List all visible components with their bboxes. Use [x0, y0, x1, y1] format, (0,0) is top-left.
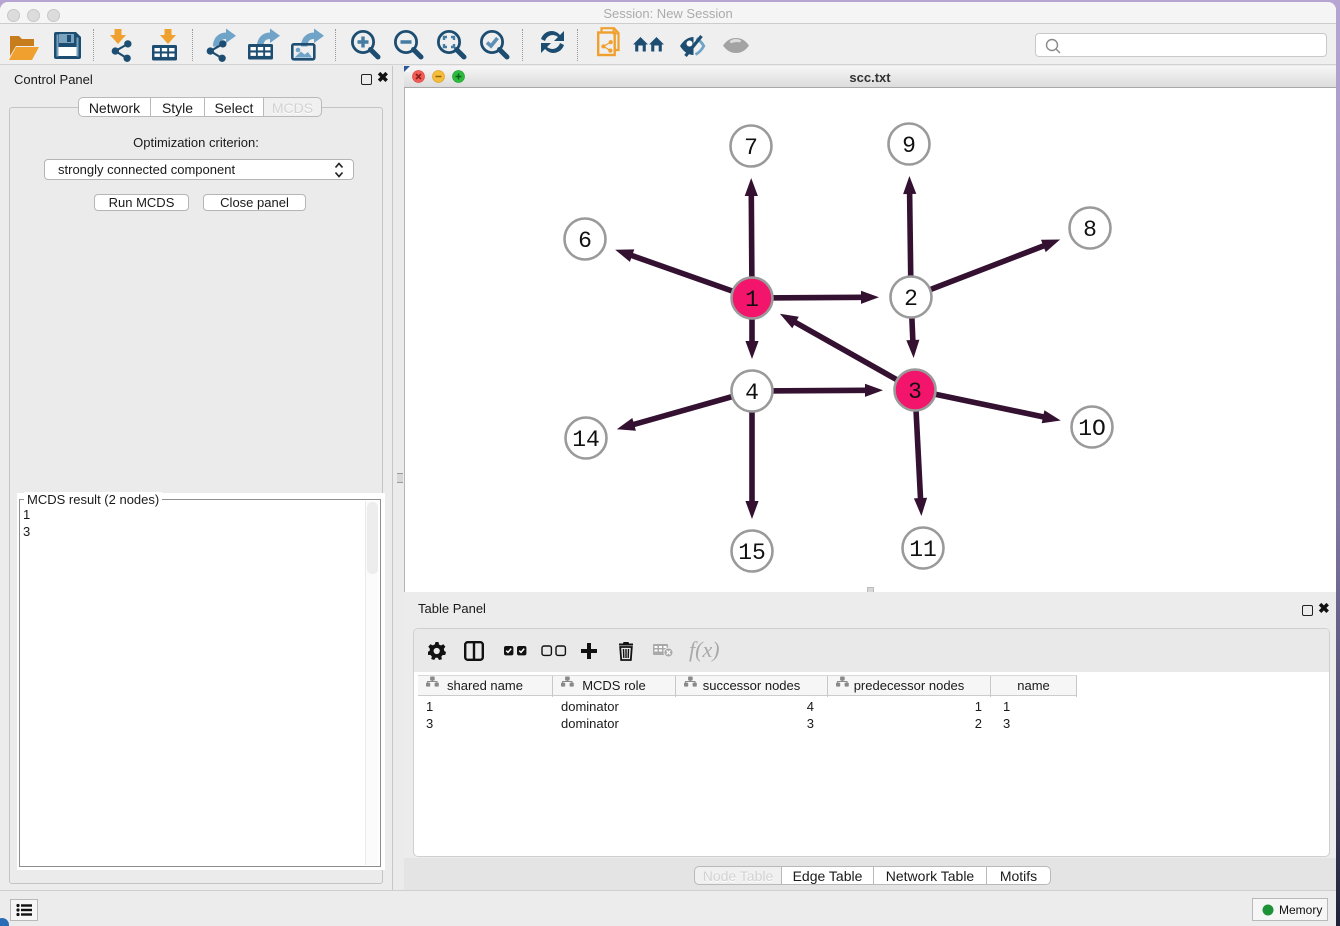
svg-text:14: 14	[572, 427, 600, 453]
svg-text:7: 7	[744, 135, 758, 161]
svg-text:4: 4	[745, 380, 759, 406]
svg-text:9: 9	[902, 133, 916, 159]
svg-text:8: 8	[1083, 217, 1097, 243]
svg-text:11: 11	[909, 537, 937, 563]
svg-text:2: 2	[904, 286, 918, 312]
svg-text:15: 15	[738, 540, 766, 566]
svg-text:3: 3	[908, 379, 922, 405]
svg-text:6: 6	[578, 228, 592, 254]
svg-text:1O: 1O	[1078, 416, 1106, 442]
svg-text:1: 1	[745, 287, 759, 313]
